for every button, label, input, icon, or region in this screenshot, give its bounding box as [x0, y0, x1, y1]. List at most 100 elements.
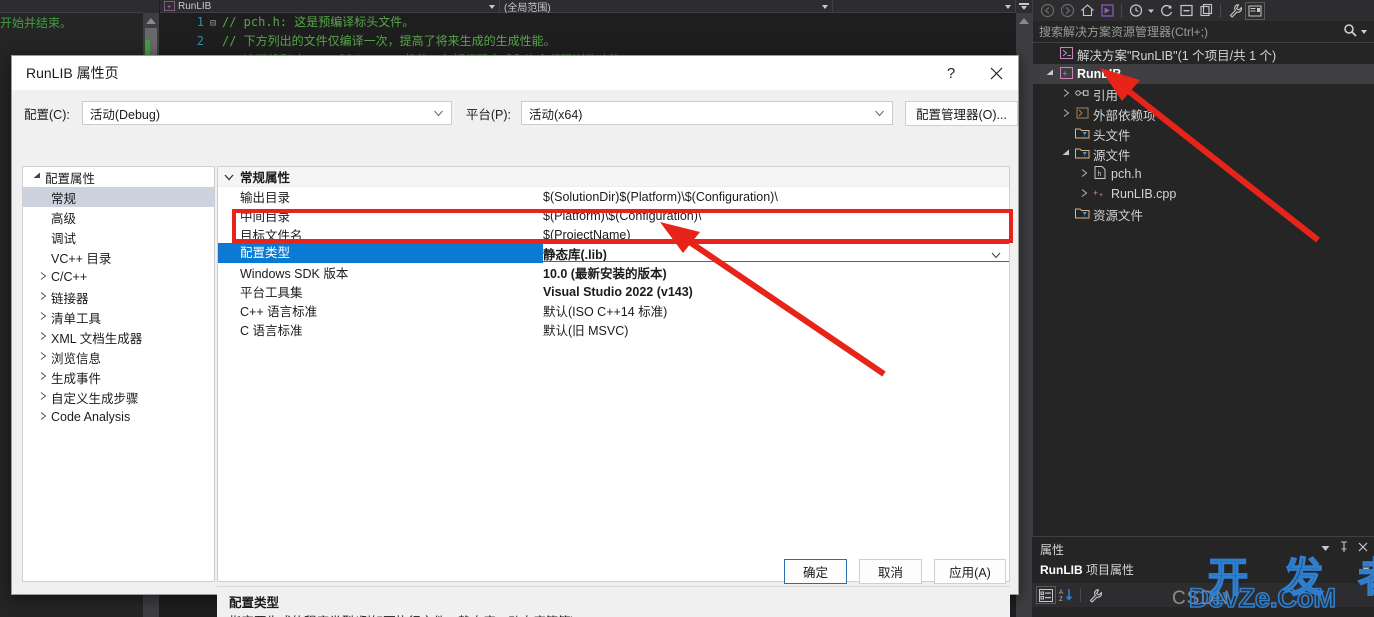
tree-expander[interactable] [35, 392, 51, 402]
code-line: 1 ⊟// pch.h: 这是预编译标头文件。 [160, 13, 414, 32]
scroll-up-arrow-icon[interactable] [146, 18, 156, 24]
back-icon[interactable] [1037, 2, 1057, 20]
tree-expander-expanded[interactable] [1059, 149, 1073, 159]
tree-item-runlib-cpp[interactable]: + + RunLIB.cpp [1033, 184, 1374, 204]
properties-panel-window-buttons [1321, 541, 1368, 556]
tree-expander[interactable] [1059, 89, 1073, 99]
tree-item-source-files[interactable]: 源文件 [1033, 144, 1374, 164]
collapse-all-icon[interactable] [1176, 2, 1196, 20]
scroll-up-arrow-icon[interactable] [1019, 18, 1029, 24]
tree-item-pch-h[interactable]: h pch.h [1033, 164, 1374, 184]
tree-item-debugging[interactable]: 调试 [23, 227, 214, 247]
tree-expander[interactable] [35, 372, 51, 382]
tree-item-manifest-tool[interactable]: 清单工具 [23, 307, 214, 327]
tree-item-general[interactable]: 常规 [23, 187, 214, 207]
editor-split-button[interactable] [1016, 0, 1032, 13]
tree-item-label: RunLIB [1077, 67, 1122, 81]
tree-expander[interactable] [1077, 189, 1091, 199]
sync-with-active-document-icon[interactable] [1097, 2, 1117, 20]
chevron-down-icon[interactable] [1361, 29, 1367, 34]
configuration-manager-button[interactable]: 配置管理器(O)... [904, 100, 1018, 126]
editor-member-dropdown[interactable] [833, 0, 1016, 13]
tree-expander[interactable] [1059, 109, 1073, 119]
pending-changes-icon[interactable] [1126, 2, 1146, 20]
tree-item-references[interactable]: 引用 [1033, 84, 1374, 104]
property-row-intermediate-directory[interactable]: 中间目录 $(Platform)\$(Configuration)\ [218, 206, 1009, 225]
property-row-platform-toolset[interactable]: 平台工具集 Visual Studio 2022 (v143) [218, 282, 1009, 301]
property-value[interactable]: 默认(旧 MSVC) [543, 320, 1009, 339]
tree-item-custom-build-step[interactable]: 自定义生成步骤 [23, 387, 214, 407]
tree-expander[interactable] [35, 312, 51, 322]
cpp-file-icon: + + [1091, 187, 1109, 202]
tree-expander[interactable] [35, 332, 51, 342]
apply-button[interactable]: 应用(A) [934, 559, 1006, 584]
tree-item-label: 链接器 [51, 291, 89, 306]
tree-item-project[interactable]: + RunLIB [1033, 64, 1374, 84]
ok-button[interactable]: 确定 [784, 559, 847, 584]
fold-marker-icon[interactable]: ⊟ [204, 14, 222, 33]
tree-expander[interactable] [35, 292, 51, 302]
screen-root: 开始并结束。 + RunLIB (全局范围) 1 ⊟// pch.h: 这是预编… [0, 0, 1374, 617]
categorized-icon[interactable] [1036, 586, 1056, 604]
tree-expander[interactable] [1077, 169, 1091, 179]
property-value[interactable]: 默认(ISO C++14 标准) [543, 301, 1009, 320]
property-value[interactable]: $(Platform)\$(Configuration)\ [543, 209, 1009, 223]
tree-expander[interactable] [35, 352, 51, 362]
properties-panel-overflow-caret-icon[interactable] [1362, 565, 1370, 575]
property-row-output-directory[interactable]: 输出目录 $(SolutionDir)$(Platform)\$(Configu… [218, 187, 1009, 206]
tree-item-configuration-properties[interactable]: 配置属性 [23, 167, 214, 187]
dialog-category-tree[interactable]: 配置属性 常规 高级 调试 VC++ 目录 C/C++ 链接器 清单工具 XML… [22, 166, 215, 582]
tree-item-label: 浏览信息 [51, 351, 102, 366]
tree-item-header-files[interactable]: 头文件 [1033, 124, 1374, 144]
tree-item-browse-information[interactable]: 浏览信息 [23, 347, 214, 367]
search-input[interactable]: 搜索解决方案资源管理器(Ctrl+;) [1033, 23, 1343, 40]
property-row-c-language-standard[interactable]: C 语言标准 默认(旧 MSVC) [218, 320, 1009, 339]
preview-selected-items-icon[interactable] [1245, 1, 1265, 20]
tree-item-resource-files[interactable]: 资源文件 [1033, 204, 1374, 224]
tree-item-c-cpp[interactable]: C/C++ [23, 267, 214, 287]
tree-item-build-events[interactable]: 生成事件 [23, 367, 214, 387]
editor-project-dropdown[interactable]: + RunLIB [160, 0, 500, 13]
editor-scope-dropdown[interactable]: (全局范围) [500, 0, 833, 14]
property-grid[interactable]: 常规属性 输出目录 $(SolutionDir)$(Platform)\$(Co… [217, 166, 1010, 582]
solution-explorer-search[interactable]: 搜索解决方案资源管理器(Ctrl+;) [1033, 21, 1374, 43]
properties-wrench-icon[interactable] [1225, 2, 1245, 20]
chevron-down-icon[interactable] [1146, 2, 1156, 20]
tree-expander[interactable] [35, 412, 51, 422]
refresh-icon[interactable] [1156, 2, 1176, 20]
property-pages-wrench-icon[interactable] [1085, 586, 1105, 604]
tree-item-vcpp-directories[interactable]: VC++ 目录 [23, 247, 214, 267]
property-row-cpp-language-standard[interactable]: C++ 语言标准 默认(ISO C++14 标准) [218, 301, 1009, 320]
chevron-down-icon[interactable] [218, 172, 240, 182]
property-row-windows-sdk-version[interactable]: Windows SDK 版本 10.0 (最新安装的版本) [218, 263, 1009, 282]
close-icon[interactable] [1358, 542, 1368, 555]
tree-item-code-analysis[interactable]: Code Analysis [23, 407, 214, 427]
forward-icon[interactable] [1057, 2, 1077, 20]
platform-dropdown[interactable]: 活动(x64) [520, 101, 893, 125]
tree-expander-expanded[interactable] [1043, 69, 1057, 79]
close-button[interactable] [974, 56, 1018, 90]
chevron-down-icon[interactable] [1321, 543, 1330, 555]
tree-item-external-dependencies[interactable]: 外部依赖项 [1033, 104, 1374, 124]
tree-item-linker[interactable]: 链接器 [23, 287, 214, 307]
property-value[interactable]: $(ProjectName) [543, 228, 1009, 242]
tree-expander[interactable] [35, 272, 51, 282]
property-value[interactable]: 10.0 (最新安装的版本) [543, 263, 1009, 282]
cancel-button[interactable]: 取消 [859, 559, 922, 584]
show-all-files-icon[interactable] [1196, 2, 1216, 20]
pin-icon[interactable] [1339, 541, 1349, 556]
help-button[interactable]: ? [928, 56, 974, 90]
property-group-header[interactable]: 常规属性 [218, 167, 1009, 187]
tree-item-xml-document-generator[interactable]: XML 文档生成器 [23, 327, 214, 347]
property-row-target-name[interactable]: 目标文件名 $(ProjectName) [218, 225, 1009, 244]
tree-expander-expanded[interactable] [29, 172, 45, 182]
home-icon[interactable] [1077, 2, 1097, 20]
configuration-dropdown[interactable]: 活动(Debug) [81, 101, 452, 125]
svg-text:A: A [1059, 590, 1063, 596]
tree-item-advanced[interactable]: 高级 [23, 207, 214, 227]
property-value[interactable]: $(SolutionDir)$(Platform)\$(Configuratio… [543, 190, 1009, 204]
alphabetical-sort-icon[interactable]: AZ [1056, 586, 1076, 604]
tree-item-solution[interactable]: 解决方案"RunLIB"(1 个项目/共 1 个) [1033, 44, 1374, 64]
property-value[interactable]: Visual Studio 2022 (v143) [543, 285, 1009, 299]
search-icon[interactable] [1343, 23, 1361, 40]
